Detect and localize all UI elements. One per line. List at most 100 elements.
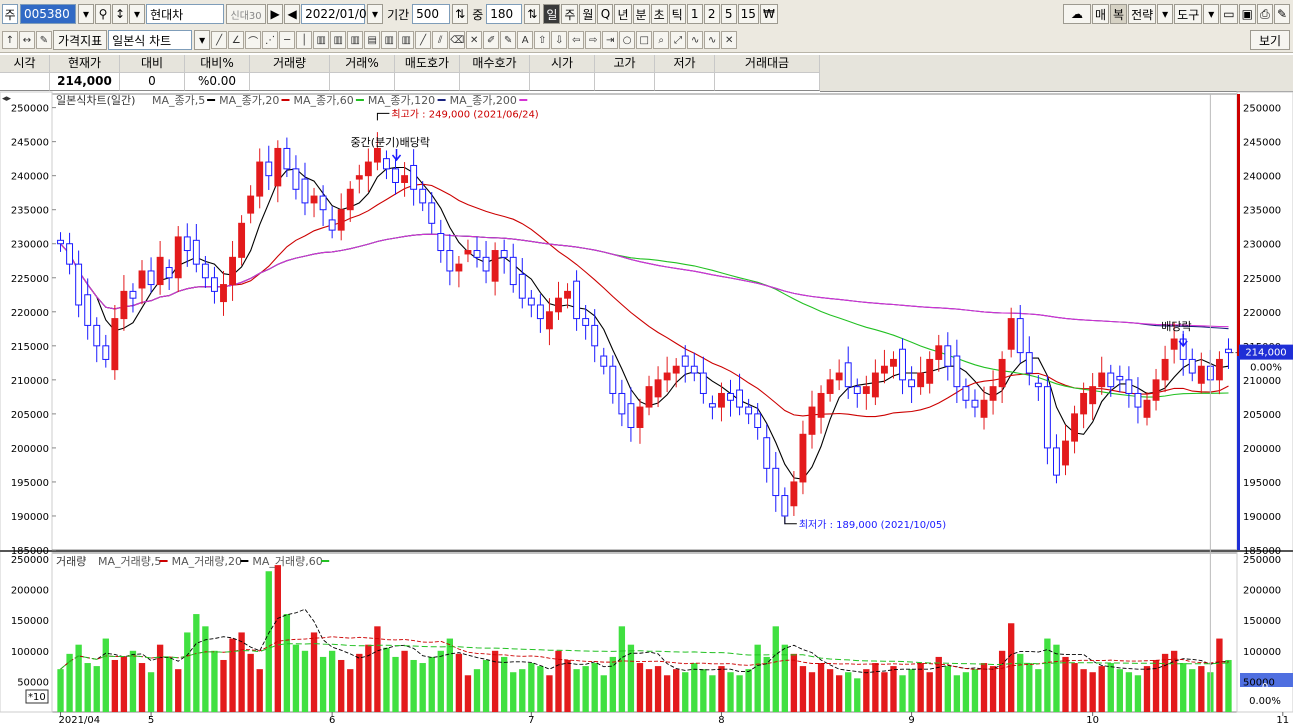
- interval-button[interactable]: ₩: [759, 4, 778, 24]
- expand-arrows-icon[interactable]: ↔: [19, 31, 35, 49]
- stock-tags[interactable]: 신대30: [226, 4, 267, 24]
- draw-line-icon[interactable]: ╱: [211, 31, 228, 49]
- volume-bar: [1152, 659, 1160, 712]
- right-button-4[interactable]: 도구: [1174, 4, 1203, 24]
- interval-button[interactable]: 일: [543, 4, 561, 24]
- range-input[interactable]: 180: [486, 4, 523, 24]
- right-button-1[interactable]: 매: [1091, 4, 1110, 24]
- view-button[interactable]: 보기: [1250, 30, 1290, 50]
- draw-note-icon[interactable]: ✎: [500, 31, 517, 49]
- draw-hline-icon[interactable]: ─: [279, 31, 296, 49]
- code-dropdown-icon[interactable]: ▾: [78, 4, 94, 24]
- draw-grid-icon[interactable]: ▥: [347, 31, 364, 49]
- search-icon[interactable]: ⚲: [95, 4, 111, 24]
- interval-button[interactable]: 월: [579, 4, 597, 24]
- interval-button[interactable]: 틱: [668, 4, 686, 24]
- candle-body: [591, 324, 599, 347]
- draw-zoom-icon[interactable]: ⌕: [653, 31, 670, 49]
- draw-wave-icon[interactable]: ∿: [687, 31, 704, 49]
- draw-square-icon[interactable]: □: [636, 31, 653, 49]
- draw-fit-icon[interactable]: ⤢: [670, 31, 687, 49]
- right-button-3[interactable]: 전략: [1128, 4, 1157, 24]
- draw-eraser-icon[interactable]: ⌫: [449, 31, 466, 49]
- draw-trend-icon[interactable]: ╱: [415, 31, 432, 49]
- draw-angle-icon[interactable]: ∠: [228, 31, 245, 49]
- date-input[interactable]: 2022/01/07: [301, 4, 374, 24]
- indicator-button[interactable]: 가격지표: [53, 30, 108, 50]
- sort-icon[interactable]: ↕: [112, 4, 129, 24]
- interval-button[interactable]: 15: [737, 4, 759, 24]
- strategy-dropdown-icon[interactable]: ▾: [1157, 4, 1174, 24]
- interval-button[interactable]: 1: [686, 4, 703, 24]
- draw-pen-icon[interactable]: ✐: [483, 31, 500, 49]
- chart-type-dropdown-icon[interactable]: ▾: [194, 30, 211, 50]
- candle-body: [57, 239, 64, 245]
- draw-right-icon[interactable]: ⇨: [585, 31, 602, 49]
- draw-down-icon[interactable]: ⇩: [551, 31, 568, 49]
- interval-button[interactable]: 주: [561, 4, 579, 24]
- stock-code-input[interactable]: 005380: [20, 4, 76, 24]
- draw-grid-icon[interactable]: ▥: [313, 31, 330, 49]
- period-stepper-icon[interactable]: ⇅: [452, 4, 469, 24]
- draw-arc-icon[interactable]: ⌒: [245, 31, 262, 49]
- draw-channel-icon[interactable]: ⫽: [432, 31, 449, 49]
- volume-bar: [1035, 669, 1042, 712]
- draw-circle-icon[interactable]: ○: [619, 31, 636, 49]
- draw-table-icon[interactable]: ▤: [364, 31, 381, 49]
- cloud-icon[interactable]: ☁: [1062, 4, 1091, 24]
- prev-arrow-icon[interactable]: ◀: [284, 4, 301, 24]
- draw-export-icon[interactable]: ⇥: [602, 31, 619, 49]
- pane-arrows-icon[interactable]: ◂▸: [2, 94, 12, 104]
- volume-right-pct: 0.00%: [1249, 696, 1281, 707]
- candle-body: [862, 386, 870, 394]
- save-icon[interactable]: ▣: [1238, 4, 1256, 24]
- next-arrow-icon[interactable]: ▶: [267, 4, 284, 24]
- candle-body: [564, 290, 571, 299]
- menu-dropdown-icon[interactable]: ▾: [129, 4, 146, 24]
- draw-vline-icon[interactable]: │: [296, 31, 313, 49]
- quote-value: [395, 73, 460, 91]
- interval-button[interactable]: 초: [650, 4, 668, 24]
- candle-body: [663, 372, 671, 381]
- draw-wave2-icon[interactable]: ∿: [704, 31, 721, 49]
- interval-button[interactable]: 년: [614, 4, 632, 24]
- draw-fan-icon[interactable]: ⋰: [262, 31, 279, 49]
- interval-button[interactable]: 2: [703, 4, 720, 24]
- interval-button[interactable]: 분: [632, 4, 650, 24]
- volume-bar: [709, 675, 716, 712]
- volume-legend-item: MA_거래량,60: [252, 555, 322, 568]
- stock-name-field[interactable]: 현대차: [146, 4, 225, 24]
- draw-bars-icon[interactable]: ▥: [398, 31, 415, 49]
- range-stepper-icon[interactable]: ⇅: [524, 4, 541, 24]
- period-input[interactable]: 500: [412, 4, 451, 24]
- draw-close-icon[interactable]: ✕: [721, 31, 738, 49]
- draw-marker-icon[interactable]: ✕: [466, 31, 483, 49]
- draw-up-icon[interactable]: ⇧: [534, 31, 551, 49]
- up-arrow-icon[interactable]: ↑: [2, 31, 18, 49]
- folder-icon[interactable]: ▭: [1220, 4, 1238, 24]
- volume-bar: [582, 666, 589, 712]
- interval-button[interactable]: 5: [720, 4, 737, 24]
- draw-left-icon[interactable]: ⇦: [568, 31, 585, 49]
- print-icon[interactable]: ⎙: [1256, 4, 1273, 24]
- right-button-2[interactable]: 복: [1110, 4, 1128, 24]
- volume-bar: [120, 656, 128, 712]
- volume-bar: [491, 650, 499, 712]
- volume-bar: [573, 669, 580, 712]
- edit-icon[interactable]: ✎: [36, 31, 52, 49]
- volume-bar: [645, 669, 653, 712]
- vol-tick-label-right: 50000: [1243, 677, 1275, 688]
- draw-text-icon[interactable]: A: [517, 31, 534, 49]
- market-prefix[interactable]: 주: [2, 4, 18, 24]
- candle-body: [210, 277, 218, 292]
- wrench-icon[interactable]: ✎: [1273, 4, 1290, 24]
- tool-dropdown-icon[interactable]: ▾: [1203, 4, 1220, 24]
- draw-grid-icon[interactable]: ▥: [330, 31, 347, 49]
- date-dropdown-icon[interactable]: ▾: [367, 4, 384, 24]
- interval-button[interactable]: Q: [597, 4, 614, 24]
- volume-bar: [428, 656, 435, 712]
- x-tick-label: 10: [1086, 715, 1099, 726]
- candle-body: [890, 358, 897, 367]
- chart-type-select[interactable]: 일본식 차트: [108, 30, 193, 50]
- draw-bars-icon[interactable]: ▥: [381, 31, 398, 49]
